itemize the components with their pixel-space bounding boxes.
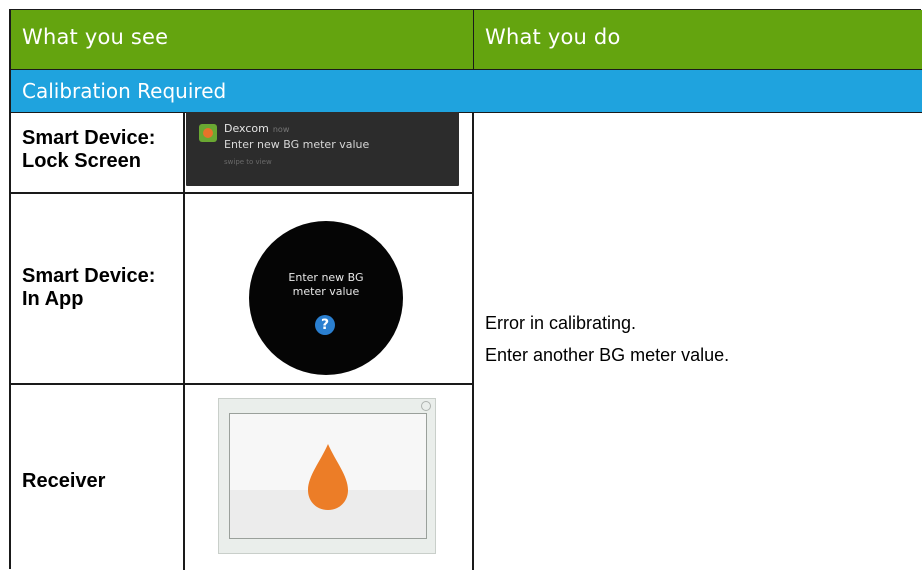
header-what-you-see-label: What you see xyxy=(22,25,169,49)
row-label-line: Smart Device: xyxy=(22,127,156,149)
watch-message: Enter new BG meter value xyxy=(249,271,403,299)
row-label-line: Smart Device: xyxy=(22,265,156,287)
watch-face: Enter new BG meter value ? xyxy=(249,221,403,375)
calibration-table: What you see What you do Calibration Req… xyxy=(9,9,922,570)
header-what-you-do-label: What you do xyxy=(485,25,621,49)
row-divider-2 xyxy=(11,383,473,385)
row-label-lock-screen: Smart Device: Lock Screen xyxy=(22,127,155,173)
lock-screen-notification: Dexcom now Enter new BG meter value swipe… xyxy=(186,112,459,186)
receiver-corner-mark xyxy=(421,401,431,411)
row-divider-1 xyxy=(11,192,473,194)
column-divider-action xyxy=(472,113,474,570)
row-label-receiver: Receiver xyxy=(22,470,105,493)
blood-drop-icon xyxy=(308,444,348,510)
watch-message-line: meter value xyxy=(292,285,360,298)
column-divider-label xyxy=(183,113,185,570)
dexcom-app-icon xyxy=(199,124,217,142)
notification-hint: swipe to view xyxy=(224,158,272,166)
row-label-line: In App xyxy=(22,288,84,310)
notification-time: now xyxy=(272,125,290,134)
row-label-line: Receiver xyxy=(22,470,106,492)
notification-app-name-text: Dexcom xyxy=(224,122,269,135)
action-line-1: Error in calibrating. xyxy=(485,313,637,333)
row-label-line: Lock Screen xyxy=(22,150,141,172)
action-line-2: Enter another BG meter value. xyxy=(485,345,730,365)
section-title: Calibration Required xyxy=(22,79,227,103)
notification-app-name: Dexcom now xyxy=(224,122,289,135)
notification-message: Enter new BG meter value xyxy=(224,138,370,151)
watch-message-line: Enter new BG xyxy=(288,271,364,284)
question-icon: ? xyxy=(315,315,335,335)
receiver-screen xyxy=(218,398,436,554)
section-header: Calibration Required xyxy=(11,69,922,113)
header-what-you-do: What you do xyxy=(474,10,922,69)
header-what-you-see: What you see xyxy=(11,10,474,69)
row-label-in-app: Smart Device: In App xyxy=(22,265,155,311)
receiver-display xyxy=(229,413,427,539)
